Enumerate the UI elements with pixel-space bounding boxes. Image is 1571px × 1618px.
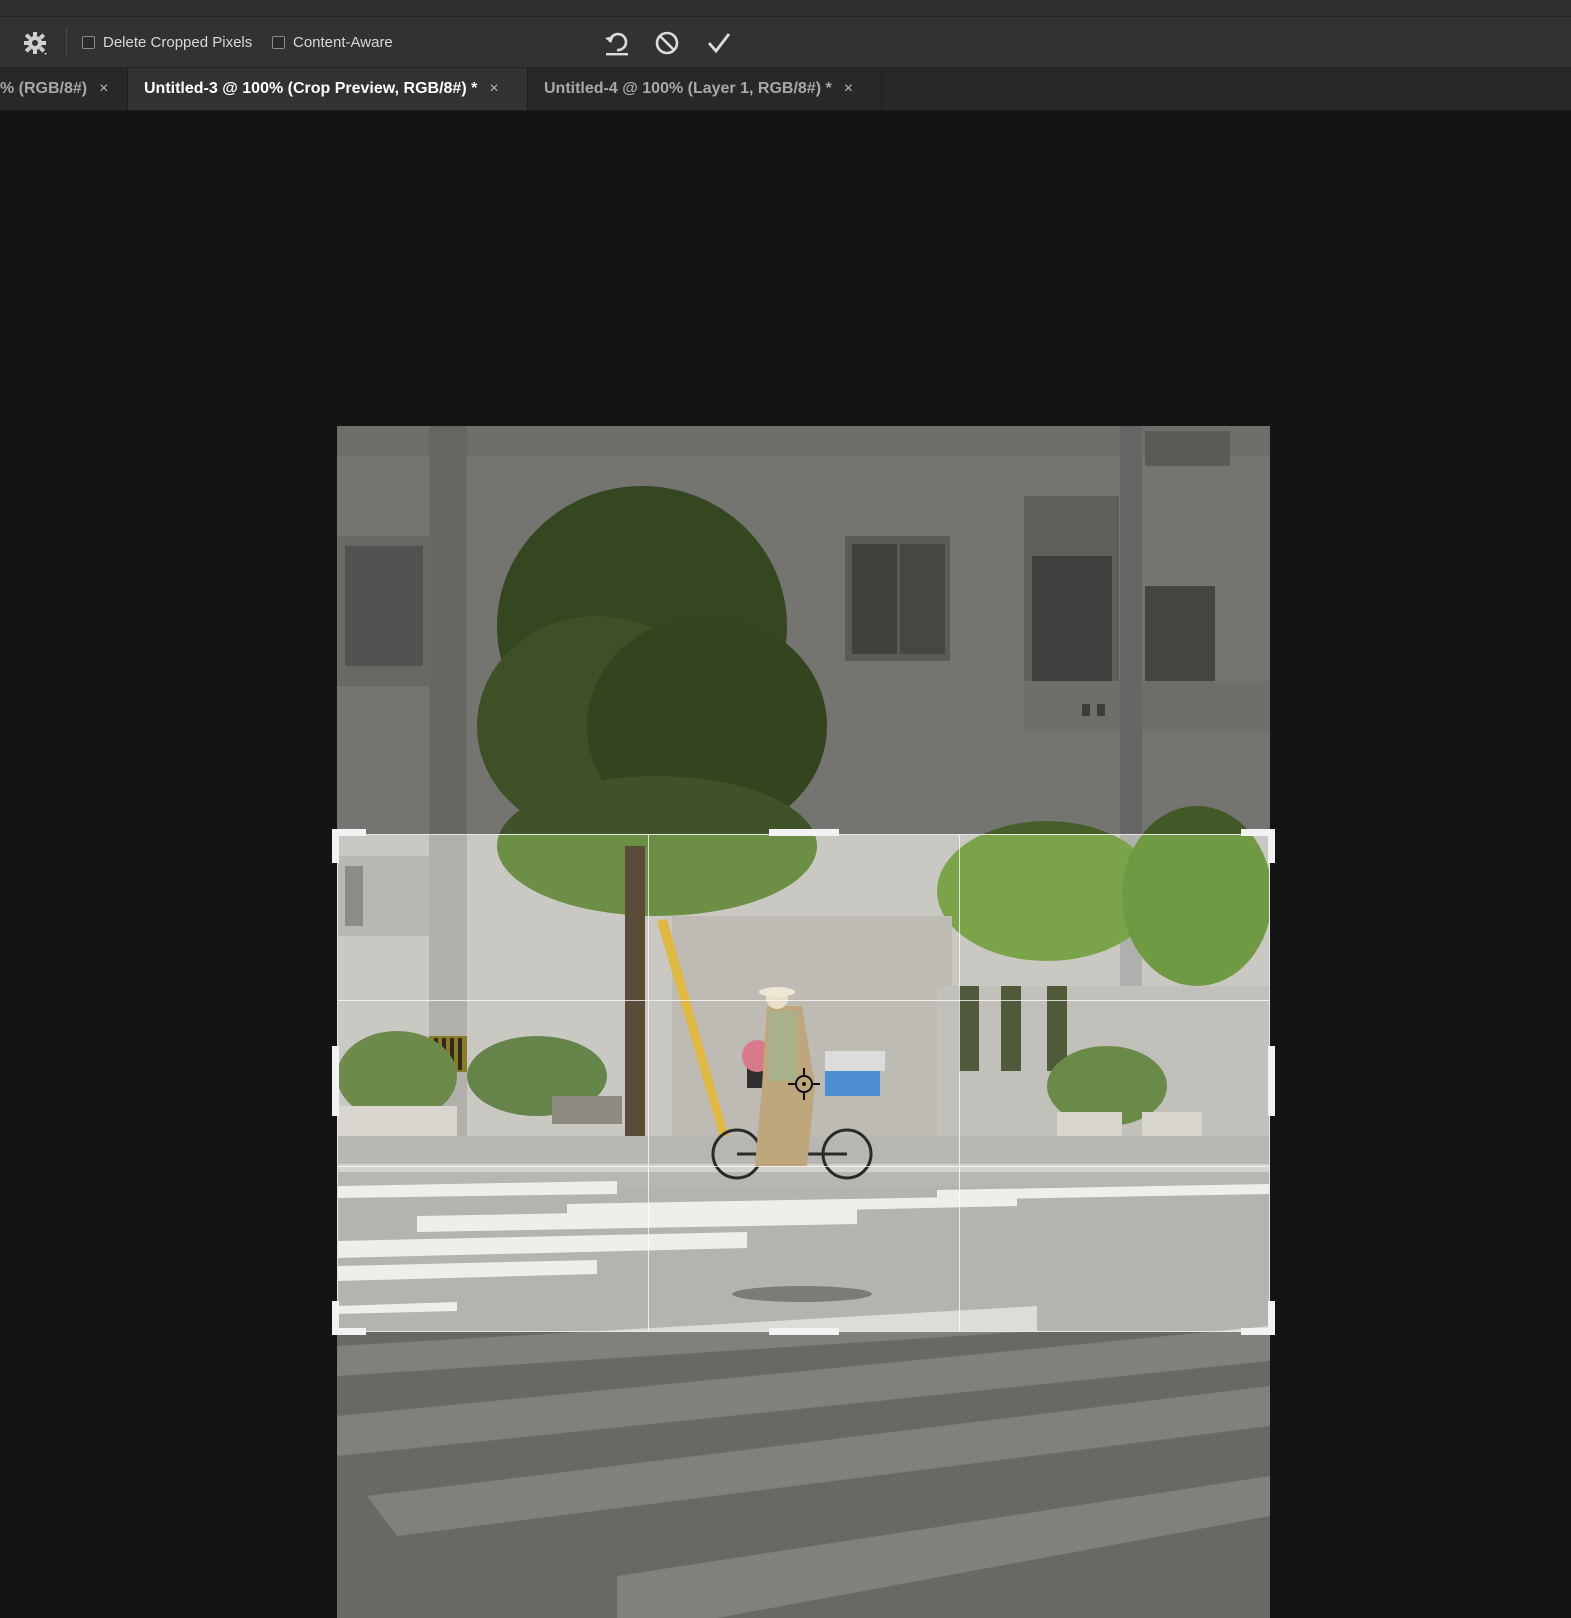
crop-handle-bottom[interactable] xyxy=(769,1328,839,1335)
rule-of-thirds-line xyxy=(338,1000,1269,1001)
rule-of-thirds-line xyxy=(338,1166,1269,1167)
tool-preset-picker[interactable] xyxy=(22,31,50,57)
document-tab-active[interactable]: Untitled-3 @ 100% (Crop Preview, RGB/8#)… xyxy=(128,68,528,110)
crop-shield-bottom xyxy=(337,1332,1270,1618)
reset-icon xyxy=(605,32,628,56)
document-tab[interactable]: Untitled-4 @ 100% (Layer 1, RGB/8#) * × xyxy=(528,68,882,110)
document-tab[interactable]: % (RGB/8#) × xyxy=(0,68,128,110)
delete-cropped-pixels-checkbox[interactable]: Delete Cropped Pixels xyxy=(82,34,252,51)
options-bar: Delete Cropped Pixels Content-Aware xyxy=(0,17,1571,68)
crop-handle-right[interactable] xyxy=(1268,1046,1275,1116)
content-aware-checkbox[interactable]: Content-Aware xyxy=(272,34,393,51)
checkmark-icon xyxy=(707,33,731,54)
document-tab-bar: % (RGB/8#) × Untitled-3 @ 100% (Crop Pre… xyxy=(0,68,1571,111)
tab-label: Untitled-3 @ 100% (Crop Preview, RGB/8#)… xyxy=(144,80,478,97)
crop-handle-top-right[interactable] xyxy=(1241,829,1275,836)
tab-label: % (RGB/8#) xyxy=(0,80,88,97)
cancel-icon xyxy=(655,31,679,55)
crop-reference-point-icon[interactable] xyxy=(786,1066,822,1102)
close-icon[interactable]: × xyxy=(489,80,498,98)
crop-handle-bottom-right[interactable] xyxy=(1241,1328,1275,1335)
commit-crop-button[interactable] xyxy=(702,26,736,60)
crop-handle-top[interactable] xyxy=(769,829,839,836)
rule-of-thirds-line xyxy=(959,835,960,1331)
crop-handle-top-left[interactable] xyxy=(332,829,366,836)
options-separator xyxy=(66,27,67,57)
cancel-crop-button[interactable] xyxy=(650,26,684,60)
close-icon[interactable]: × xyxy=(844,80,853,98)
reset-button[interactable] xyxy=(600,26,634,60)
checkbox-box[interactable] xyxy=(82,36,95,49)
delete-cropped-pixels-label: Delete Cropped Pixels xyxy=(103,34,253,51)
close-icon[interactable]: × xyxy=(99,80,108,98)
app-top-strip xyxy=(0,0,1571,17)
rule-of-thirds-line xyxy=(648,835,649,1331)
crop-handle-left[interactable] xyxy=(332,1046,339,1116)
checkbox-box[interactable] xyxy=(272,36,285,49)
gear-icon xyxy=(24,32,47,55)
crop-handle-bottom-left[interactable] xyxy=(332,1328,366,1335)
content-aware-label: Content-Aware xyxy=(293,34,393,51)
tab-label: Untitled-4 @ 100% (Layer 1, RGB/8#) * xyxy=(544,80,832,97)
crop-shield-top xyxy=(337,426,1270,834)
